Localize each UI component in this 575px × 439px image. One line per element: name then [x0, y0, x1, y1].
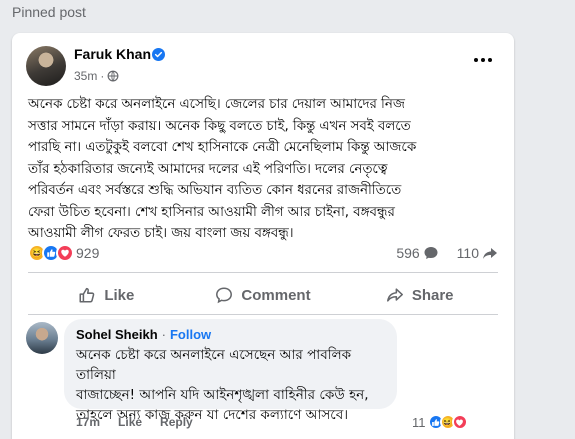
comment-bubble-icon: [424, 247, 438, 259]
comment-button[interactable]: Comment: [185, 277, 342, 313]
share-arrow-icon: [483, 248, 497, 259]
reaction-icons[interactable]: 😆: [28, 244, 74, 262]
reaction-count[interactable]: 929: [76, 245, 99, 261]
author-avatar[interactable]: [26, 46, 66, 86]
comment-like-link[interactable]: Like: [118, 415, 142, 431]
post-time[interactable]: 35m: [74, 69, 97, 83]
share-label: Share: [411, 286, 454, 304]
comment-icon: [216, 287, 233, 304]
globe-icon: [107, 70, 119, 82]
post-body: অনেক চেষ্টা করে অনলাইনে এসেছি। জেলের চার…: [28, 96, 417, 241]
love-reaction-icon: [56, 244, 74, 262]
comment-bubble: Sohel Sheikh · Follow অনেক চেষ্টা করে অন…: [64, 319, 397, 423]
comment-reaction-count: 11: [412, 414, 426, 430]
comment-label: Comment: [241, 286, 311, 304]
commenter-name[interactable]: Sohel Sheikh: [76, 327, 158, 342]
comment-reactions[interactable]: 11 😆: [412, 412, 468, 432]
commenter-avatar[interactable]: [26, 322, 58, 354]
comment-count[interactable]: 596: [396, 245, 438, 261]
share-count[interactable]: 110: [457, 245, 498, 261]
thumbs-up-icon: [79, 287, 95, 303]
divider-bottom: [28, 314, 498, 315]
verified-badge-icon: [152, 48, 165, 61]
section-title: Pinned post: [12, 4, 86, 20]
follow-link[interactable]: Follow: [170, 327, 211, 342]
comment-love-reaction-icon: [451, 414, 468, 430]
divider-top: [28, 272, 498, 273]
post-action-bar: Like Comment Share: [28, 277, 498, 313]
share-icon: [386, 288, 403, 302]
share-count-value: 110: [456, 245, 479, 261]
comment-separator: ·: [161, 327, 166, 342]
comment-reply-link[interactable]: Reply: [160, 415, 193, 431]
share-button[interactable]: Share: [341, 277, 498, 313]
more-options-icon[interactable]: [472, 55, 494, 65]
post-meta: 35m ·: [74, 68, 119, 84]
author-name[interactable]: Faruk Khan: [74, 46, 151, 62]
post-card: Faruk Khan 35m · অনেক চেষ্টা করে অনলাইনে…: [12, 33, 514, 439]
like-label: Like: [104, 286, 135, 304]
comment-actions: 17m Like Reply: [76, 415, 193, 431]
comment-count-value: 596: [396, 245, 420, 261]
comment-header: Sohel Sheikh · Follow: [76, 327, 385, 342]
like-button[interactable]: Like: [28, 277, 185, 313]
reactions-summary: 😆 929 596 110: [28, 242, 498, 264]
comment-text: অনেক চেষ্টা করে অনলাইনে এসেছেন আর পাবলিক…: [76, 347, 369, 423]
comment-time[interactable]: 17m: [76, 415, 100, 431]
meta-separator: ·: [100, 69, 105, 83]
